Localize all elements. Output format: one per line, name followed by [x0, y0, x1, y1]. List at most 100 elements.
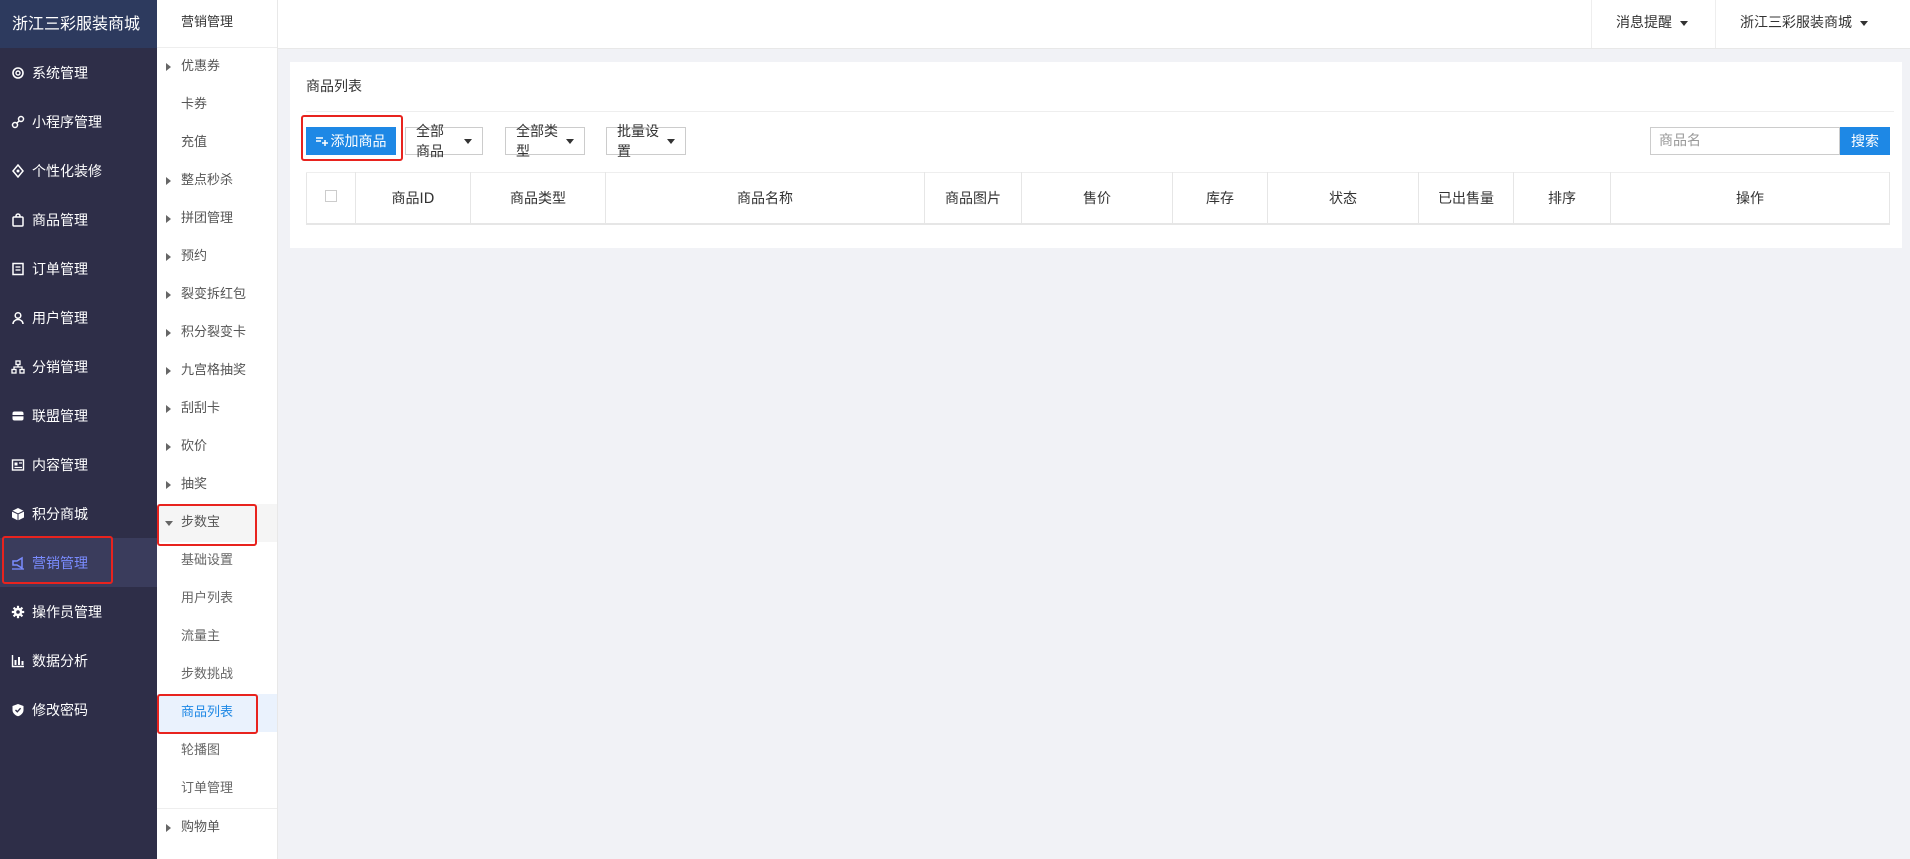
- submenu-item-step-treasure[interactable]: 步数宝: [157, 504, 277, 542]
- submenu-item-coupons[interactable]: 优惠券: [157, 48, 277, 86]
- caret-down-icon: [165, 521, 173, 526]
- sidebar-item-operators[interactable]: 操作员管理: [0, 587, 157, 636]
- submenu-item-label: 商品列表: [181, 705, 234, 720]
- submenu-item-grid-lottery[interactable]: 九宫格抽奖: [157, 352, 277, 390]
- submenu-item-label: 充值: [181, 135, 208, 150]
- main-sidebar: 浙江三彩服装商城 系统管理 小程序管理 个性化装修 商品管理 订单管理 用户管理…: [0, 0, 157, 859]
- shield-icon: [10, 702, 26, 718]
- chevron-down-icon: [1860, 20, 1868, 26]
- filter-all-products-dropdown[interactable]: 全部商品: [405, 124, 483, 160]
- caret-right-icon: [166, 367, 171, 375]
- bag-icon: [10, 212, 26, 228]
- submenu-item-points-card[interactable]: 积分裂变卡: [157, 314, 277, 352]
- top-header: 消息提醒 浙江三彩服装商城: [278, 0, 1910, 49]
- caret-right-icon: [166, 215, 171, 223]
- caret-right-icon: [166, 443, 171, 451]
- table-header-row: 商品ID 商品类型 商品名称 商品图片 售价 库存 状态 已出售量 排序 操作: [306, 172, 1890, 225]
- filter-label: 全部类型: [516, 124, 558, 160]
- submenu-item-label: 基础设置: [181, 553, 234, 568]
- select-all-cell: [306, 172, 356, 225]
- gear-icon: [10, 604, 26, 620]
- submenu-item-label: 步数宝: [181, 515, 221, 530]
- submenu-item-label: 购物单: [181, 820, 221, 835]
- sidebar-item-decoration[interactable]: 个性化装修: [0, 146, 157, 195]
- sidebar-item-label: 订单管理: [32, 261, 88, 278]
- submenu-item-carousel[interactable]: 轮播图: [157, 732, 277, 770]
- submenu-item-product-list[interactable]: 商品列表: [157, 694, 277, 732]
- column-header[interactable]: 操作: [1610, 172, 1890, 225]
- submenu-item-label: 用户列表: [181, 591, 234, 606]
- submenu-item-cards[interactable]: 卡券: [157, 86, 277, 124]
- submenu-item-label: 裂变拆红包: [181, 287, 247, 302]
- caret-right-icon: [166, 177, 171, 185]
- submenu-item-step-challenge[interactable]: 步数挑战: [157, 656, 277, 694]
- sidebar-item-change-password[interactable]: 修改密码: [0, 685, 157, 734]
- caret-right-icon: [166, 824, 171, 832]
- sidebar-item-miniprogram[interactable]: 小程序管理: [0, 97, 157, 146]
- sidebar-item-label: 联盟管理: [32, 408, 88, 425]
- submenu-item-recharge[interactable]: 充值: [157, 124, 277, 162]
- product-name-search-input[interactable]: [1650, 127, 1840, 155]
- sub-sidebar: 营销管理 优惠券 卡券 充值 整点秒杀 拼团管理 预约 裂变拆红包 积分裂变卡 …: [157, 0, 278, 859]
- sidebar-item-products[interactable]: 商品管理: [0, 195, 157, 244]
- filter-label: 批量设置: [617, 124, 659, 160]
- search-button[interactable]: 搜索: [1840, 127, 1890, 155]
- submenu-item-label: 整点秒杀: [181, 173, 234, 188]
- store-dropdown[interactable]: 浙江三彩服装商城: [1715, 0, 1910, 48]
- cube-icon: [10, 506, 26, 522]
- sidebar-item-label: 数据分析: [32, 653, 88, 670]
- submenu-item-traffic-master[interactable]: 流量主: [157, 618, 277, 656]
- submenu-item-label: 优惠券: [181, 59, 221, 74]
- product-table: 商品ID 商品类型 商品名称 商品图片 售价 库存 状态 已出售量 排序 操作: [306, 172, 1890, 225]
- sidebar-item-system[interactable]: 系统管理: [0, 48, 157, 97]
- sidebar-item-label: 用户管理: [32, 310, 88, 327]
- sidebar-item-users[interactable]: 用户管理: [0, 293, 157, 342]
- submenu-item-label: 刮刮卡: [181, 401, 221, 416]
- submenu-item-flash-sale[interactable]: 整点秒杀: [157, 162, 277, 200]
- submenu-title: 营销管理: [157, 0, 277, 48]
- add-product-button[interactable]: 添加商品: [306, 127, 396, 155]
- submenu-item-red-packet[interactable]: 裂变拆红包: [157, 276, 277, 314]
- user-icon: [10, 310, 26, 326]
- column-header[interactable]: 商品类型: [470, 172, 606, 225]
- submenu-item-group-buy[interactable]: 拼团管理: [157, 200, 277, 238]
- title-divider: [306, 111, 1894, 112]
- submenu-item-label: 步数挑战: [181, 667, 234, 682]
- submenu-item-reservation[interactable]: 预约: [157, 238, 277, 276]
- submenu-item-user-list[interactable]: 用户列表: [157, 580, 277, 618]
- submenu-item-shopping-list[interactable]: 购物单: [157, 809, 277, 847]
- submenu-item-order-management[interactable]: 订单管理: [157, 770, 277, 808]
- sidebar-item-orders[interactable]: 订单管理: [0, 244, 157, 293]
- submenu-item-label: 预约: [181, 249, 208, 264]
- submenu-item-basic-settings[interactable]: 基础设置: [157, 542, 277, 580]
- caret-right-icon: [166, 329, 171, 337]
- sidebar-item-distribution[interactable]: 分销管理: [0, 342, 157, 391]
- submenu-item-lottery[interactable]: 抽奖: [157, 466, 277, 504]
- sidebar-item-alliance[interactable]: 联盟管理: [0, 391, 157, 440]
- column-header[interactable]: 商品图片: [924, 172, 1022, 225]
- sidebar-item-analytics[interactable]: 数据分析: [0, 636, 157, 685]
- alliance-icon: [10, 408, 26, 424]
- gear-outline-icon: [10, 65, 26, 81]
- submenu-item-bargain[interactable]: 砍价: [157, 428, 277, 466]
- column-header[interactable]: 已出售量: [1418, 172, 1514, 225]
- store-label: 浙江三彩服装商城: [1740, 15, 1852, 31]
- column-header[interactable]: 商品ID: [355, 172, 471, 225]
- column-header[interactable]: 状态: [1267, 172, 1419, 225]
- submenu-item-label: 积分裂变卡: [181, 325, 247, 340]
- submenu-item-scratch-card[interactable]: 刮刮卡: [157, 390, 277, 428]
- column-header[interactable]: 排序: [1513, 172, 1611, 225]
- sidebar-item-label: 修改密码: [32, 702, 88, 719]
- messages-label: 消息提醒: [1616, 15, 1672, 31]
- content-icon: [10, 457, 26, 473]
- column-header[interactable]: 库存: [1172, 172, 1268, 225]
- filter-all-types-dropdown[interactable]: 全部类型: [505, 124, 585, 160]
- sidebar-item-points-mall[interactable]: 积分商城: [0, 489, 157, 538]
- column-header[interactable]: 商品名称: [605, 172, 925, 225]
- batch-settings-dropdown[interactable]: 批量设置: [606, 124, 686, 160]
- select-all-checkbox[interactable]: [325, 190, 337, 202]
- sidebar-item-marketing[interactable]: 营销管理: [0, 538, 157, 587]
- sidebar-item-content[interactable]: 内容管理: [0, 440, 157, 489]
- messages-dropdown[interactable]: 消息提醒: [1591, 0, 1715, 48]
- column-header[interactable]: 售价: [1021, 172, 1173, 225]
